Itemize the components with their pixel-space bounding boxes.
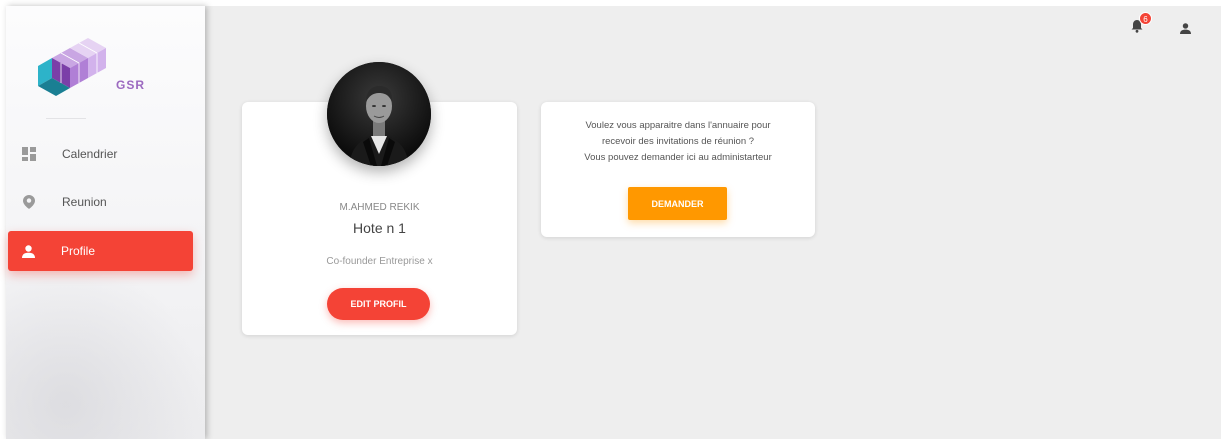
person-icon [1180, 23, 1191, 34]
sidebar-item-label: Reunion [62, 195, 107, 209]
request-text-line: Voulez vous apparaitre dans l'annuaire p… [585, 120, 771, 131]
person-icon [21, 244, 35, 258]
user-account-button[interactable] [1180, 21, 1191, 39]
brand-logo [38, 38, 106, 96]
brand-name: GSR [116, 78, 146, 92]
sidebar: GSR [6, 6, 205, 439]
profile-description: Co-founder Entreprise x [326, 256, 433, 267]
request-text-line: recevoir des invitations de réunion ? [601, 136, 755, 147]
dashboard-icon [22, 147, 36, 161]
location-pin-icon [22, 195, 36, 209]
sidebar-item-label: Calendrier [62, 147, 118, 161]
sidebar-item-label: Profile [61, 244, 96, 258]
sidebar-item-calendrier[interactable]: Calendrier [9, 134, 194, 174]
avatar [327, 62, 431, 166]
demander-button[interactable]: DEMANDER [628, 187, 727, 220]
sidebar-divider [46, 118, 86, 119]
sidebar-item-reunion[interactable]: Reunion [9, 182, 194, 222]
sidebar-item-profile[interactable]: Profile [8, 231, 193, 271]
profile-title: Hote n 1 [353, 220, 406, 236]
request-text-line: Vous pouvez demander ici au administarte… [584, 152, 772, 163]
notification-count-badge: 6 [1139, 12, 1152, 25]
edit-profile-button[interactable]: EDIT PROFIL [327, 288, 430, 320]
profile-name: M.AHMED REKIK [339, 202, 420, 213]
directory-request-text: Voulez vous apparaitre dans l'annuaire p… [541, 118, 815, 166]
